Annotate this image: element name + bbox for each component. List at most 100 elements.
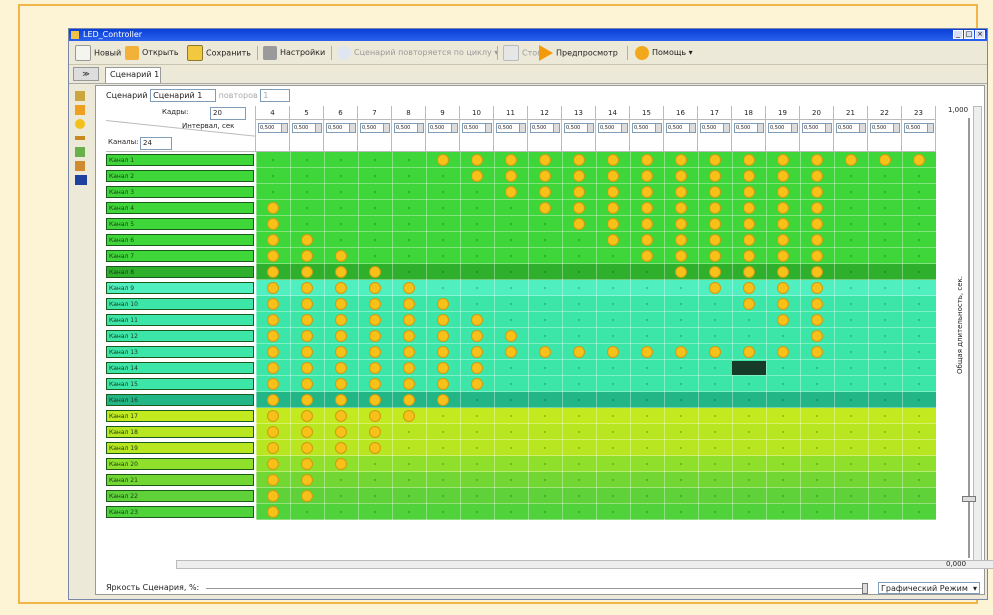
led-on-dot[interactable] — [675, 266, 687, 278]
led-off-cell[interactable] — [510, 447, 512, 449]
led-off-cell[interactable] — [680, 495, 682, 497]
led-off-cell[interactable] — [578, 415, 580, 417]
led-off-cell[interactable] — [782, 495, 784, 497]
led-on-dot[interactable] — [437, 346, 449, 358]
new-button[interactable]: Новый — [75, 45, 121, 61]
led-off-cell[interactable] — [510, 319, 512, 321]
channel-row-label[interactable]: Канал 23 — [106, 506, 254, 518]
led-off-cell[interactable] — [782, 431, 784, 433]
size-tool-icon[interactable] — [75, 175, 87, 185]
led-off-cell[interactable] — [646, 367, 648, 369]
led-on-dot[interactable] — [573, 154, 585, 166]
led-on-dot[interactable] — [811, 202, 823, 214]
led-off-cell[interactable] — [476, 399, 478, 401]
led-on-dot[interactable] — [607, 234, 619, 246]
led-off-cell[interactable] — [510, 303, 512, 305]
led-off-cell[interactable] — [408, 495, 410, 497]
led-off-cell[interactable] — [374, 239, 376, 241]
led-on-dot[interactable] — [743, 282, 755, 294]
preview-button[interactable]: Предпросмотр — [539, 45, 618, 61]
led-off-cell[interactable] — [442, 223, 444, 225]
brush-tool-icon[interactable] — [75, 161, 85, 171]
led-on-dot[interactable] — [709, 346, 721, 358]
led-on-dot[interactable] — [539, 186, 551, 198]
led-off-cell[interactable] — [850, 495, 852, 497]
led-off-cell[interactable] — [476, 191, 478, 193]
led-on-dot[interactable] — [437, 394, 449, 406]
led-off-cell[interactable] — [680, 367, 682, 369]
led-off-cell[interactable] — [884, 383, 886, 385]
led-off-cell[interactable] — [408, 271, 410, 273]
led-on-dot[interactable] — [301, 330, 313, 342]
led-on-dot[interactable] — [267, 202, 279, 214]
led-on-dot[interactable] — [267, 266, 279, 278]
led-on-dot[interactable] — [811, 234, 823, 246]
led-off-cell[interactable] — [476, 415, 478, 417]
led-on-dot[interactable] — [845, 154, 857, 166]
led-off-cell[interactable] — [612, 335, 614, 337]
led-off-cell[interactable] — [476, 271, 478, 273]
led-off-cell[interactable] — [442, 495, 444, 497]
led-off-cell[interactable] — [918, 399, 920, 401]
interval-input[interactable]: 0,500 — [700, 123, 730, 133]
led-off-cell[interactable] — [884, 495, 886, 497]
led-off-cell[interactable] — [680, 319, 682, 321]
led-on-dot[interactable] — [607, 202, 619, 214]
led-off-cell[interactable] — [884, 191, 886, 193]
led-off-cell[interactable] — [442, 287, 444, 289]
led-off-cell[interactable] — [646, 287, 648, 289]
interval-input[interactable]: 0,500 — [428, 123, 458, 133]
led-on-dot[interactable] — [267, 298, 279, 310]
led-on-dot[interactable] — [335, 282, 347, 294]
led-off-cell[interactable] — [748, 447, 750, 449]
led-on-dot[interactable] — [403, 282, 415, 294]
led-off-cell[interactable] — [918, 223, 920, 225]
led-off-cell[interactable] — [476, 207, 478, 209]
channel-row-label[interactable]: Канал 13 — [106, 346, 254, 358]
led-off-cell[interactable] — [510, 367, 512, 369]
led-on-dot[interactable] — [743, 346, 755, 358]
led-off-cell[interactable] — [850, 383, 852, 385]
led-on-dot[interactable] — [811, 186, 823, 198]
led-on-dot[interactable] — [777, 234, 789, 246]
led-off-cell[interactable] — [578, 399, 580, 401]
led-off-cell[interactable] — [476, 511, 478, 513]
led-on-dot[interactable] — [267, 474, 279, 486]
led-on-dot[interactable] — [335, 426, 347, 438]
led-on-dot[interactable] — [301, 410, 313, 422]
led-on-dot[interactable] — [335, 442, 347, 454]
led-on-dot[interactable] — [811, 170, 823, 182]
led-off-cell[interactable] — [680, 383, 682, 385]
led-off-cell[interactable] — [306, 159, 308, 161]
led-off-cell[interactable] — [544, 447, 546, 449]
maximize-button[interactable]: □ — [964, 30, 974, 39]
led-on-dot[interactable] — [539, 202, 551, 214]
led-off-cell[interactable] — [374, 159, 376, 161]
led-off-cell[interactable] — [680, 431, 682, 433]
channel-row-label[interactable]: Канал 2 — [106, 170, 254, 182]
led-off-cell[interactable] — [544, 367, 546, 369]
led-on-dot[interactable] — [743, 266, 755, 278]
interval-input[interactable]: 0,500 — [564, 123, 594, 133]
led-off-cell[interactable] — [374, 255, 376, 257]
led-on-dot[interactable] — [267, 234, 279, 246]
led-off-cell[interactable] — [578, 303, 580, 305]
led-off-cell[interactable] — [714, 303, 716, 305]
led-off-cell[interactable] — [918, 239, 920, 241]
interval-input[interactable]: 0,500 — [530, 123, 560, 133]
led-on-dot[interactable] — [573, 346, 585, 358]
led-on-dot[interactable] — [607, 170, 619, 182]
led-off-cell[interactable] — [408, 431, 410, 433]
led-on-dot[interactable] — [641, 154, 653, 166]
led-off-cell[interactable] — [816, 447, 818, 449]
led-on-dot[interactable] — [777, 298, 789, 310]
channel-row-label[interactable]: Канал 5 — [106, 218, 254, 230]
led-off-cell[interactable] — [918, 287, 920, 289]
led-on-dot[interactable] — [641, 218, 653, 230]
led-on-dot[interactable] — [471, 154, 483, 166]
led-on-dot[interactable] — [777, 218, 789, 230]
led-off-cell[interactable] — [578, 463, 580, 465]
led-off-cell[interactable] — [510, 415, 512, 417]
led-on-dot[interactable] — [267, 314, 279, 326]
led-off-cell[interactable] — [918, 175, 920, 177]
